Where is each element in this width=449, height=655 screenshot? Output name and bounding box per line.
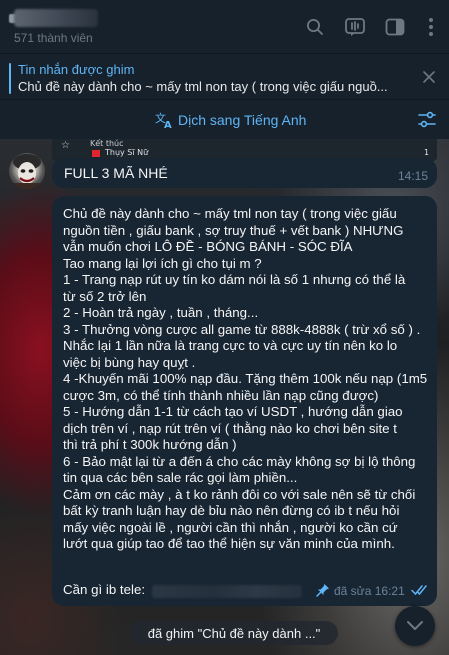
message-line: việc bị bùng hay quỵt . [63,354,196,370]
pinned-message-bar[interactable]: Tin nhắn được ghim Chủ đề này dành cho ~… [0,55,449,100]
live-stream-icon [345,18,365,36]
contact-label: Cần gì ib tele: [63,582,146,597]
message-line: mấy việc ngoài lề , người cần thì nhắn ,… [63,519,398,535]
search-button[interactable] [302,14,328,40]
close-icon[interactable] [421,69,437,85]
message-line: Chủ đề này dành cho ~ mấy tml non tay ( … [63,206,397,221]
live-stream-button[interactable] [342,14,368,40]
pinned-title: Tin nhắn được ghim [18,62,135,77]
edited-timestamp: đã sửa 16:21 [334,584,405,598]
more-options-button[interactable] [418,14,444,40]
message-body: Chủ đề này dành cho ~ mấy tml non tay ( … [63,206,429,553]
message-text: FULL 3 MÃ NHÉ [64,165,168,181]
sender-avatar[interactable] [9,153,45,189]
message-time: 14:15 [397,169,428,183]
settings-sliders-icon[interactable] [417,111,437,129]
message-line: từ số 2 trở lên [63,288,147,304]
double-check-icon [411,585,427,596]
sidebar-toggle-icon [385,18,405,36]
chevron-down-icon [407,621,423,630]
message-line: tin qua các bên sale rác gọi làm phiền..… [63,470,298,485]
pinned-indicator [9,63,11,94]
message-line: lướt qua giúp tao để tao thể hiện sự văn… [63,536,395,551]
flag-icon [92,150,100,157]
pinned-preview: Chủ đề này dành cho ~ mấy tml non tay ( … [18,79,388,94]
message-line: 5 - Hướng dẫn 1-1 từ cách tạo ví USDT , … [63,404,403,419]
message-line: Nhắc lại 1 lần nữa là trang cực to và cự… [63,338,398,353]
message-line: 6 - Bảo mật lại từ a đến á cho các mày k… [63,453,416,469]
message-line: 1 - Trang nạp rút uy tín ko dám nói là s… [63,272,406,287]
pinned-toast[interactable]: đã ghim "Chủ đề này dành ..." [130,621,338,645]
member-count: 571 thành viên [14,31,93,45]
match-status: Kết thúc [90,139,124,148]
more-vertical-icon [429,18,433,36]
message-line: thì trả phí t 300k hướng dẫn ) [63,437,237,452]
group-title-blurred[interactable] [14,9,98,27]
message-line: nguồn tiền , giấu bank , sợ truy thuế + … [63,222,404,238]
team-name: Thụy Sĩ Nữ [105,148,149,157]
redacted-contact [152,585,302,598]
pinned-message-bubble[interactable]: Chủ đề này dành cho ~ mấy tml non tay ( … [52,196,437,606]
message-line: cược 3m, có thể tính thành nhiều lần nạp… [63,387,379,403]
message-line: bất kỳ tranh luận hay dè bỉu nào nên đừn… [63,503,400,518]
message-line: 3 - Thưởng vòng cược all game từ 888k-48… [63,321,421,337]
svg-text:A: A [164,120,172,129]
chat-header: 571 thành viên [0,0,449,54]
translate-icon: 文 A [155,111,172,129]
scroll-down-button[interactable] [395,606,435,646]
search-icon [307,19,323,35]
chat-area[interactable]: ☆ Kết thúc Thụy Sĩ Nữ 1 FULL 3 MÃ NHÉ 14… [0,139,449,655]
message-bubble[interactable]: FULL 3 MÃ NHÉ 14:15 [52,158,437,188]
sidebar-toggle-button[interactable] [382,14,408,40]
message-line: Tao mang lại lợi ích gì cho tụi m ? [63,255,262,271]
translate-bar: 文 A Dịch sang Tiếng Anh [0,101,449,139]
message-line: 4 -Khuyến mãi 100% nạp đầu. Tặng thêm 10… [63,371,428,386]
star-icon: ☆ [61,140,70,151]
joker-avatar-icon [13,154,41,189]
message-line: 2 - Hoàn trả ngày , tuần , tháng... [63,305,259,320]
message-footer: Cần gì ib tele: đã sửa 16:21 [63,582,429,600]
message-line: dịch trên ví , nạp rút trên ví ( thằng n… [63,420,397,436]
translate-button[interactable]: Dịch sang Tiếng Anh [178,112,306,128]
message-line: Cảm ơn các mày , à t ko rảnh đôi co với … [63,486,416,502]
team-score: 1 [424,148,430,157]
pin-icon [316,584,329,597]
message-line: vẫn muốn chơi LÔ ĐỀ - BÓNG BÁNH - SÓC ĐĨ… [63,239,353,254]
